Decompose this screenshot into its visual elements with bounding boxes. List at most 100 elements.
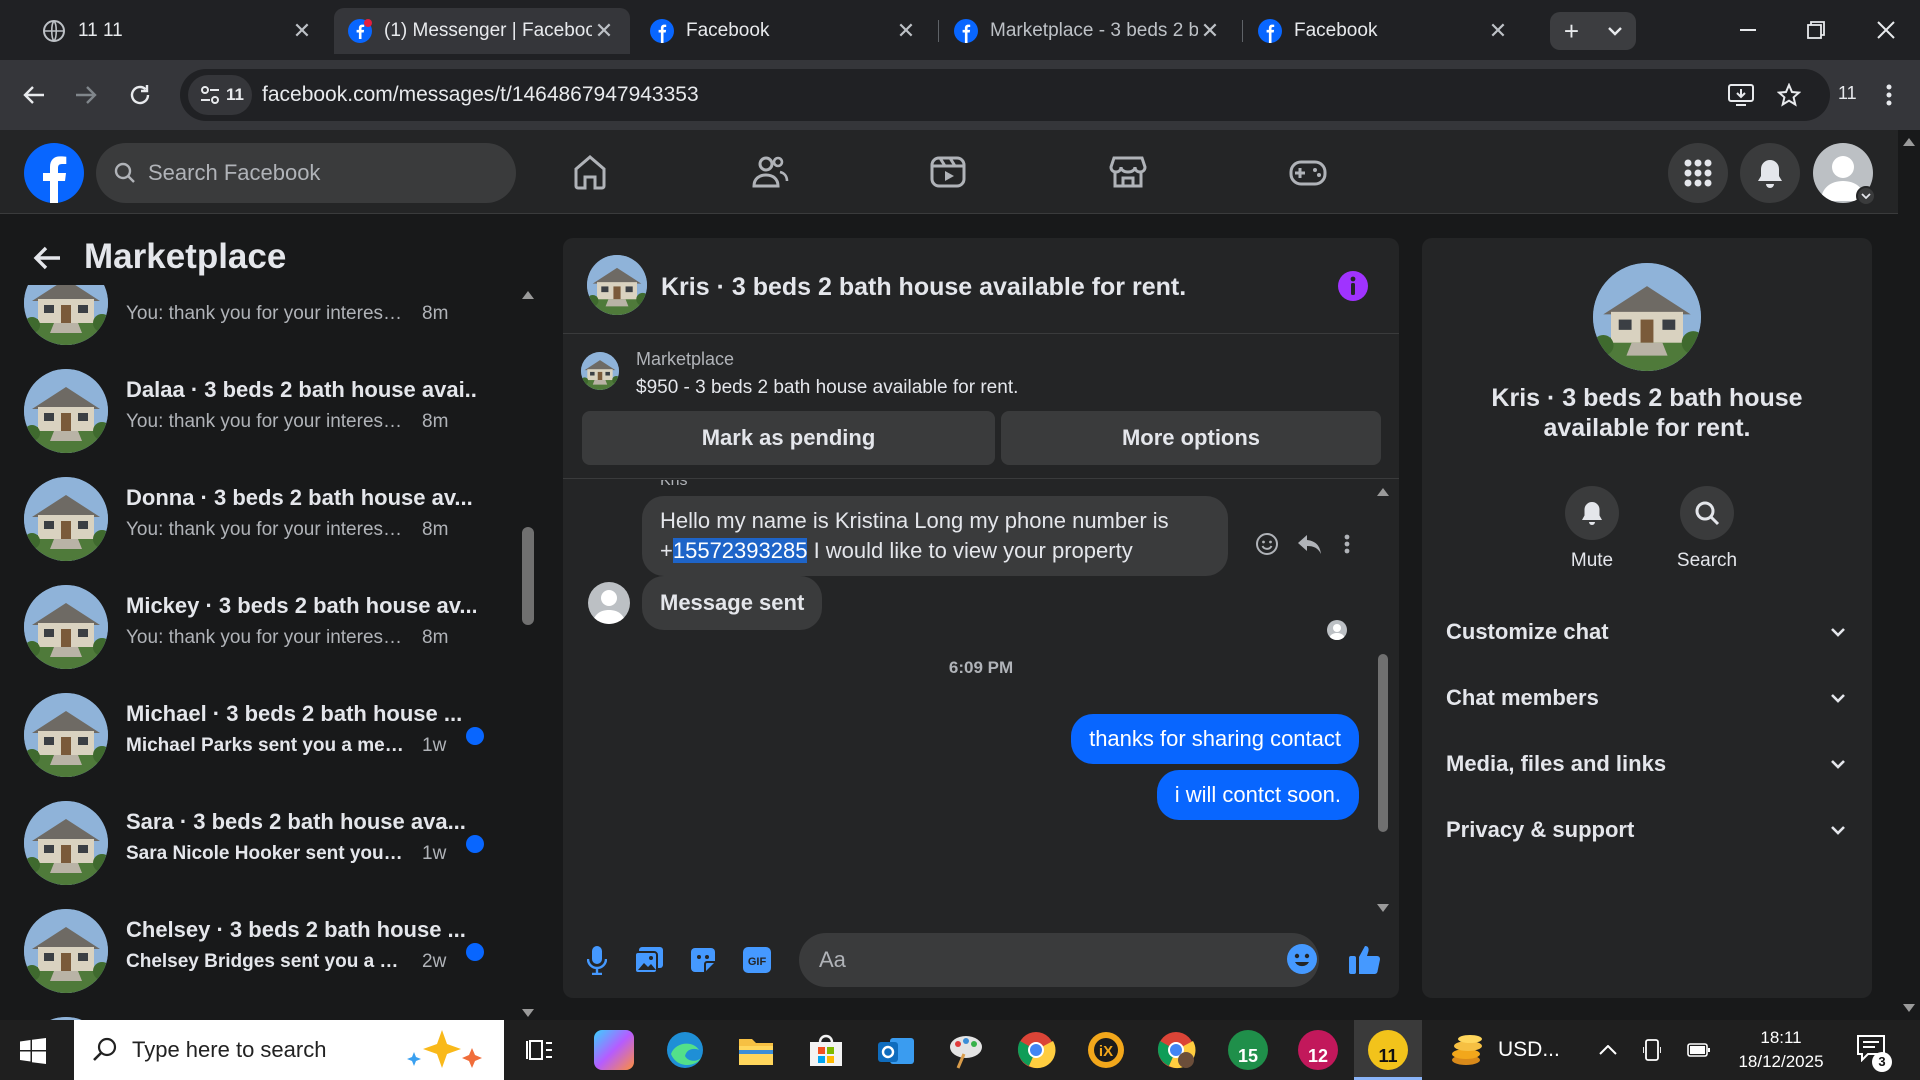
conversation-item[interactable]: You: thank you for your interest! y... 8m <box>24 285 484 355</box>
customize-chat-section[interactable]: Customize chat <box>1446 607 1846 657</box>
tab-search-chevron-icon[interactable] <box>1593 12 1636 50</box>
reply-icon[interactable] <box>1295 530 1323 558</box>
conversation-item[interactable]: Mickey · 3 beds 2 bath house av... You: … <box>24 579 484 679</box>
outgoing-message[interactable]: i will contct soon. <box>1156 770 1359 820</box>
react-emoji-icon[interactable] <box>1253 530 1281 558</box>
outlook-icon[interactable] <box>876 1030 916 1070</box>
media-files-links-section[interactable]: Media, files and links <box>1446 739 1846 789</box>
taskbar-clock[interactable]: 18:11 18/12/2025 <box>1726 1026 1836 1074</box>
friends-icon[interactable] <box>750 152 790 192</box>
outgoing-message[interactable]: thanks for sharing contact <box>1071 714 1359 764</box>
chat-title[interactable]: Kris · 3 beds 2 bath house available for… <box>661 273 1186 302</box>
info-icon[interactable] <box>1336 269 1370 303</box>
more-actions-icon[interactable] <box>1337 530 1357 558</box>
scroll-up-icon[interactable] <box>522 291 534 299</box>
close-window-icon[interactable] <box>1866 14 1906 46</box>
listing-thumbnail[interactable] <box>581 352 619 390</box>
forward-icon[interactable] <box>68 77 104 113</box>
browser-tab[interactable]: Facebook ✕ <box>636 8 932 54</box>
notifications-button[interactable] <box>1740 143 1800 203</box>
conversation-item[interactable] <box>24 1011 484 1020</box>
coins-widget-icon[interactable] <box>1448 1030 1488 1070</box>
like-thumb-icon[interactable] <box>1347 942 1383 976</box>
battery-icon[interactable] <box>1686 1038 1712 1062</box>
copilot-app-icon[interactable] <box>594 1030 634 1070</box>
facebook-logo-icon[interactable] <box>24 143 84 203</box>
scroll-thumb[interactable] <box>522 527 534 625</box>
conversation-avatar[interactable] <box>1593 263 1701 371</box>
menu-button[interactable] <box>1668 143 1728 203</box>
close-tab-icon[interactable]: ✕ <box>592 19 616 43</box>
ixbrowser-icon[interactable]: iX <box>1086 1030 1126 1070</box>
reload-icon[interactable] <box>122 77 158 113</box>
mute-button[interactable]: Mute <box>1562 486 1622 572</box>
conversation-item[interactable]: Michael · 3 beds 2 bath house ... Michae… <box>24 687 484 787</box>
scroll-thumb[interactable] <box>1378 654 1388 832</box>
conversation-scroll[interactable]: You: thank you for your interest! y... 8m… <box>0 285 520 1020</box>
incoming-message[interactable]: Message sent <box>642 576 823 630</box>
browser-tab-active[interactable]: (1) Messenger | Facebook ✕ <box>334 8 630 54</box>
task-view-icon[interactable] <box>524 1034 556 1066</box>
chrome-profile-icon[interactable] <box>1156 1030 1196 1070</box>
scroll-down-icon[interactable] <box>522 1009 534 1017</box>
message-input[interactable]: Aa <box>799 933 1319 987</box>
microsoft-store-icon[interactable] <box>806 1030 846 1070</box>
new-tab-icon[interactable]: + <box>1550 12 1593 50</box>
minimize-icon[interactable] <box>1728 14 1768 46</box>
sticker-icon[interactable] <box>687 944 719 976</box>
currency-ticker[interactable]: USD... <box>1498 1038 1560 1062</box>
account-chevron-icon[interactable] <box>1856 186 1876 206</box>
privacy-support-section[interactable]: Privacy & support <box>1446 805 1846 855</box>
microphone-icon[interactable] <box>581 944 613 976</box>
photo-icon[interactable] <box>633 944 665 976</box>
browser-menu-icon[interactable] <box>1874 80 1904 110</box>
gif-icon[interactable]: GIF <box>741 944 773 976</box>
chrome-icon[interactable] <box>1016 1030 1056 1070</box>
scroll-down-icon[interactable] <box>1903 1004 1915 1012</box>
gaming-icon[interactable] <box>1288 152 1328 192</box>
conversation-scrollbar[interactable] <box>518 291 538 1021</box>
show-hidden-icons-chevron-icon[interactable] <box>1596 1040 1620 1060</box>
site-info-button[interactable]: 11 <box>188 75 252 115</box>
thread-scrollbar[interactable] <box>1373 480 1393 920</box>
close-tab-icon[interactable]: ✕ <box>1198 19 1222 43</box>
chat-members-section[interactable]: Chat members <box>1446 673 1846 723</box>
close-tab-icon[interactable]: ✕ <box>1486 19 1510 43</box>
paint-app-icon[interactable] <box>946 1030 986 1070</box>
conversation-item[interactable]: Dalaa · 3 beds 2 bath house avai... You:… <box>24 363 484 463</box>
scroll-up-icon[interactable] <box>1903 138 1915 146</box>
profile-count[interactable]: 11 <box>1838 83 1857 104</box>
more-options-button[interactable]: More options <box>1001 411 1381 465</box>
sender-avatar[interactable] <box>588 582 630 624</box>
conversation-item[interactable]: Sara · 3 beds 2 bath house ava... Sara N… <box>24 795 484 895</box>
device-icon[interactable] <box>1640 1038 1664 1062</box>
browser-tab[interactable]: Marketplace - 3 beds 2 bath ✕ <box>940 8 1236 54</box>
browser-tab[interactable]: Facebook ✕ <box>1244 8 1524 54</box>
home-icon[interactable] <box>570 152 610 192</box>
mark-as-pending-button[interactable]: Mark as pending <box>582 411 995 465</box>
browser-profile-icon[interactable]: 12 <box>1298 1030 1338 1070</box>
close-tab-icon[interactable]: ✕ <box>290 19 314 43</box>
listing-title[interactable]: $950 - 3 beds 2 bath house available for… <box>636 377 1018 399</box>
message-thread[interactable]: Kris Hello my name is Kristina Long my p… <box>563 480 1399 920</box>
url-text[interactable]: facebook.com/messages/t/1464867947943353 <box>262 83 699 107</box>
emoji-icon[interactable] <box>1286 943 1318 975</box>
video-icon[interactable] <box>928 152 968 192</box>
active-taskbar-app[interactable]: 11 <box>1354 1020 1422 1080</box>
file-explorer-icon[interactable] <box>736 1030 776 1070</box>
browser-tab[interactable]: 11 11 ✕ <box>28 8 328 54</box>
scroll-down-icon[interactable] <box>1377 904 1389 912</box>
browser-profile-icon[interactable]: 15 <box>1228 1030 1268 1070</box>
facebook-search-input[interactable]: Search Facebook <box>96 143 516 203</box>
install-app-icon[interactable] <box>1726 80 1756 110</box>
restore-icon[interactable] <box>1796 14 1836 46</box>
marketplace-icon[interactable] <box>1108 152 1148 192</box>
bookmark-star-icon[interactable] <box>1774 80 1804 110</box>
page-scrollbar[interactable] <box>1898 130 1920 1020</box>
back-arrow-icon[interactable] <box>30 241 64 275</box>
taskbar-search-input[interactable]: Type here to search <box>74 1020 504 1080</box>
selected-phone-number[interactable]: 15572393285 <box>672 538 808 563</box>
close-tab-icon[interactable]: ✕ <box>894 19 918 43</box>
scroll-up-icon[interactable] <box>1377 488 1389 496</box>
incoming-message[interactable]: Hello my name is Kristina Long my phone … <box>642 496 1228 576</box>
